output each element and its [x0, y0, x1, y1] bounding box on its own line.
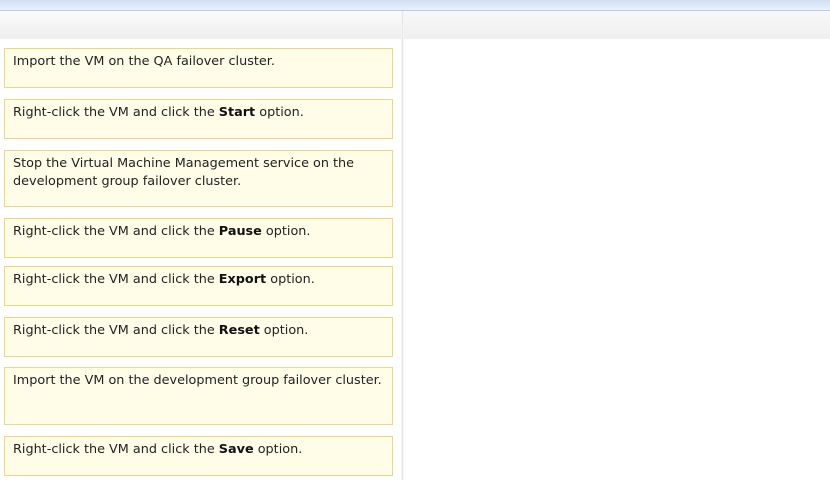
answer-area-header [404, 11, 830, 39]
answer-text-post: option. [266, 272, 315, 287]
answer-text-pre: Import the VM on the QA failover cluster… [13, 54, 275, 69]
answer-item-start[interactable]: Right-click the VM and click the Start o… [4, 99, 393, 139]
answer-text-bold: Save [218, 442, 254, 457]
answer-item-export[interactable]: Right-click the VM and click the Export … [4, 266, 393, 306]
answer-item-save[interactable]: Right-click the VM and click the Save op… [4, 436, 393, 476]
answer-item-stop-vmms[interactable]: Stop the Virtual Machine Management serv… [4, 150, 393, 207]
window-top-strip [0, 0, 830, 11]
answer-text-pre: Import the VM on the development group f… [13, 373, 382, 388]
answer-item-pause[interactable]: Right-click the VM and click the Pause o… [4, 218, 393, 258]
answer-item-reset[interactable]: Right-click the VM and click the Reset o… [4, 317, 393, 357]
answer-text-post: option. [253, 442, 303, 457]
answer-text-post: option. [255, 105, 304, 120]
answer-text-bold: Reset [218, 323, 260, 338]
answer-text-pre: Right-click the VM and click the [13, 323, 219, 338]
answer-text-bold: Export [218, 272, 267, 287]
answer-item-import-qa[interactable]: Import the VM on the QA failover cluster… [4, 48, 393, 88]
answer-text-bold: Start [218, 105, 256, 120]
answer-text-pre: Right-click the VM and click the [13, 224, 219, 239]
answer-text-bold: Pause [218, 224, 262, 239]
answer-area-panel[interactable] [404, 11, 830, 480]
answer-item-import-dev[interactable]: Import the VM on the development group f… [4, 367, 393, 425]
answer-text-pre: Right-click the VM and click the [13, 105, 219, 120]
answer-choices-header [0, 11, 401, 39]
answer-text-post: option. [259, 323, 309, 338]
answer-text-pre: Stop the Virtual Machine Management serv… [13, 156, 355, 189]
answer-text-pre: Right-click the VM and click the [13, 442, 219, 457]
answer-text-pre: Right-click the VM and click the [13, 272, 219, 287]
answer-text-post: option. [261, 224, 311, 239]
